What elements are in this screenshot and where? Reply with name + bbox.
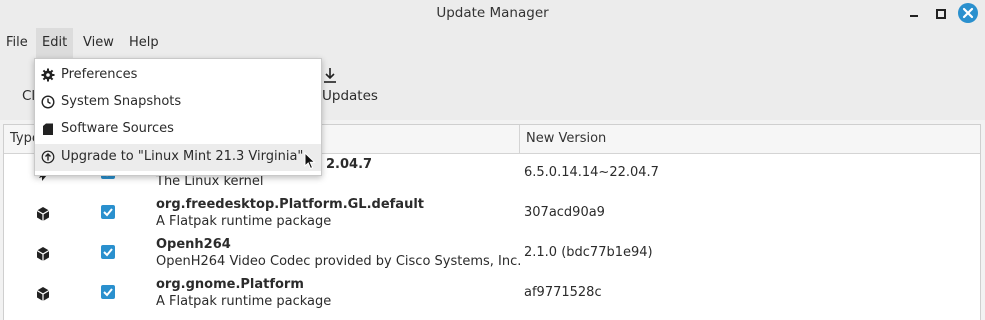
updates-label: Updates xyxy=(322,88,378,104)
maximize-button[interactable] xyxy=(930,4,950,24)
check-icon xyxy=(103,248,113,257)
gear-icon xyxy=(41,68,55,82)
menu-file[interactable]: File xyxy=(0,28,34,58)
package-description: A Flatpak runtime package xyxy=(156,214,332,229)
menu-item-label: Preferences xyxy=(61,67,138,82)
menu-item-upgrade[interactable]: Upgrade to "Linux Mint 21.3 Virginia" xyxy=(35,144,321,171)
package-version: af9771528c xyxy=(524,285,602,300)
menu-item-label: System Snapshots xyxy=(61,94,182,109)
table-row[interactable]: org.gnome.Platform A Flatpak runtime pac… xyxy=(4,273,980,313)
clock-icon xyxy=(41,95,55,109)
menu-item-system-snapshots[interactable]: System Snapshots xyxy=(35,89,321,116)
minimize-button[interactable] xyxy=(904,4,924,24)
menu-bar: File Edit View Help xyxy=(0,28,985,58)
install-updates-button[interactable]: Updates xyxy=(318,58,380,120)
column-new-version[interactable]: New Version xyxy=(519,125,981,153)
menu-edit[interactable]: Edit xyxy=(36,28,74,58)
package-name: 2.04.7 xyxy=(326,157,373,172)
title-bar: Update Manager xyxy=(0,0,985,28)
menu-item-label: Software Sources xyxy=(61,121,174,136)
package-description: OpenH264 Video Codec provided by Cisco S… xyxy=(156,254,522,269)
table-row[interactable]: org.freedesktop.Platform.GL.default A Fl… xyxy=(4,193,980,233)
flatpak-package-icon xyxy=(36,207,50,221)
package-version: 6.5.0.14.14~22.04.7 xyxy=(524,165,659,180)
edit-menu-dropdown: Preferences System Snapshots Software So… xyxy=(34,58,322,176)
row-checkbox[interactable] xyxy=(101,245,115,259)
package-version: 2.1.0 (bdc77b1e94) xyxy=(524,245,653,260)
package-version: 307acd90a9 xyxy=(524,205,605,220)
window-title: Update Manager xyxy=(436,5,549,21)
package-icon xyxy=(43,123,53,135)
menu-item-preferences[interactable]: Preferences xyxy=(35,62,321,89)
package-name: org.freedesktop.Platform.GL.default xyxy=(156,197,425,212)
menu-item-software-sources[interactable]: Software Sources xyxy=(35,116,321,143)
mouse-cursor-icon xyxy=(304,152,316,170)
package-name: Openh264 xyxy=(156,237,231,252)
close-icon xyxy=(962,7,974,19)
menu-help[interactable]: Help xyxy=(123,28,165,58)
package-description: The Linux kernel xyxy=(156,174,264,189)
row-checkbox[interactable] xyxy=(101,285,115,299)
package-name: org.gnome.Platform xyxy=(156,277,304,292)
menu-item-label: Upgrade to "Linux Mint 21.3 Virginia" xyxy=(61,149,304,164)
table-row[interactable]: Openh264 OpenH264 Video Codec provided b… xyxy=(4,233,980,273)
row-checkbox[interactable] xyxy=(101,205,115,219)
check-icon xyxy=(103,288,113,297)
upgrade-icon xyxy=(41,150,55,164)
menu-view[interactable]: View xyxy=(77,28,120,58)
flatpak-package-icon xyxy=(36,247,50,261)
check-icon xyxy=(103,208,113,217)
package-description: A Flatpak runtime package xyxy=(156,294,332,309)
close-button[interactable] xyxy=(958,3,978,23)
download-icon xyxy=(324,68,336,83)
flatpak-package-icon xyxy=(36,287,50,301)
